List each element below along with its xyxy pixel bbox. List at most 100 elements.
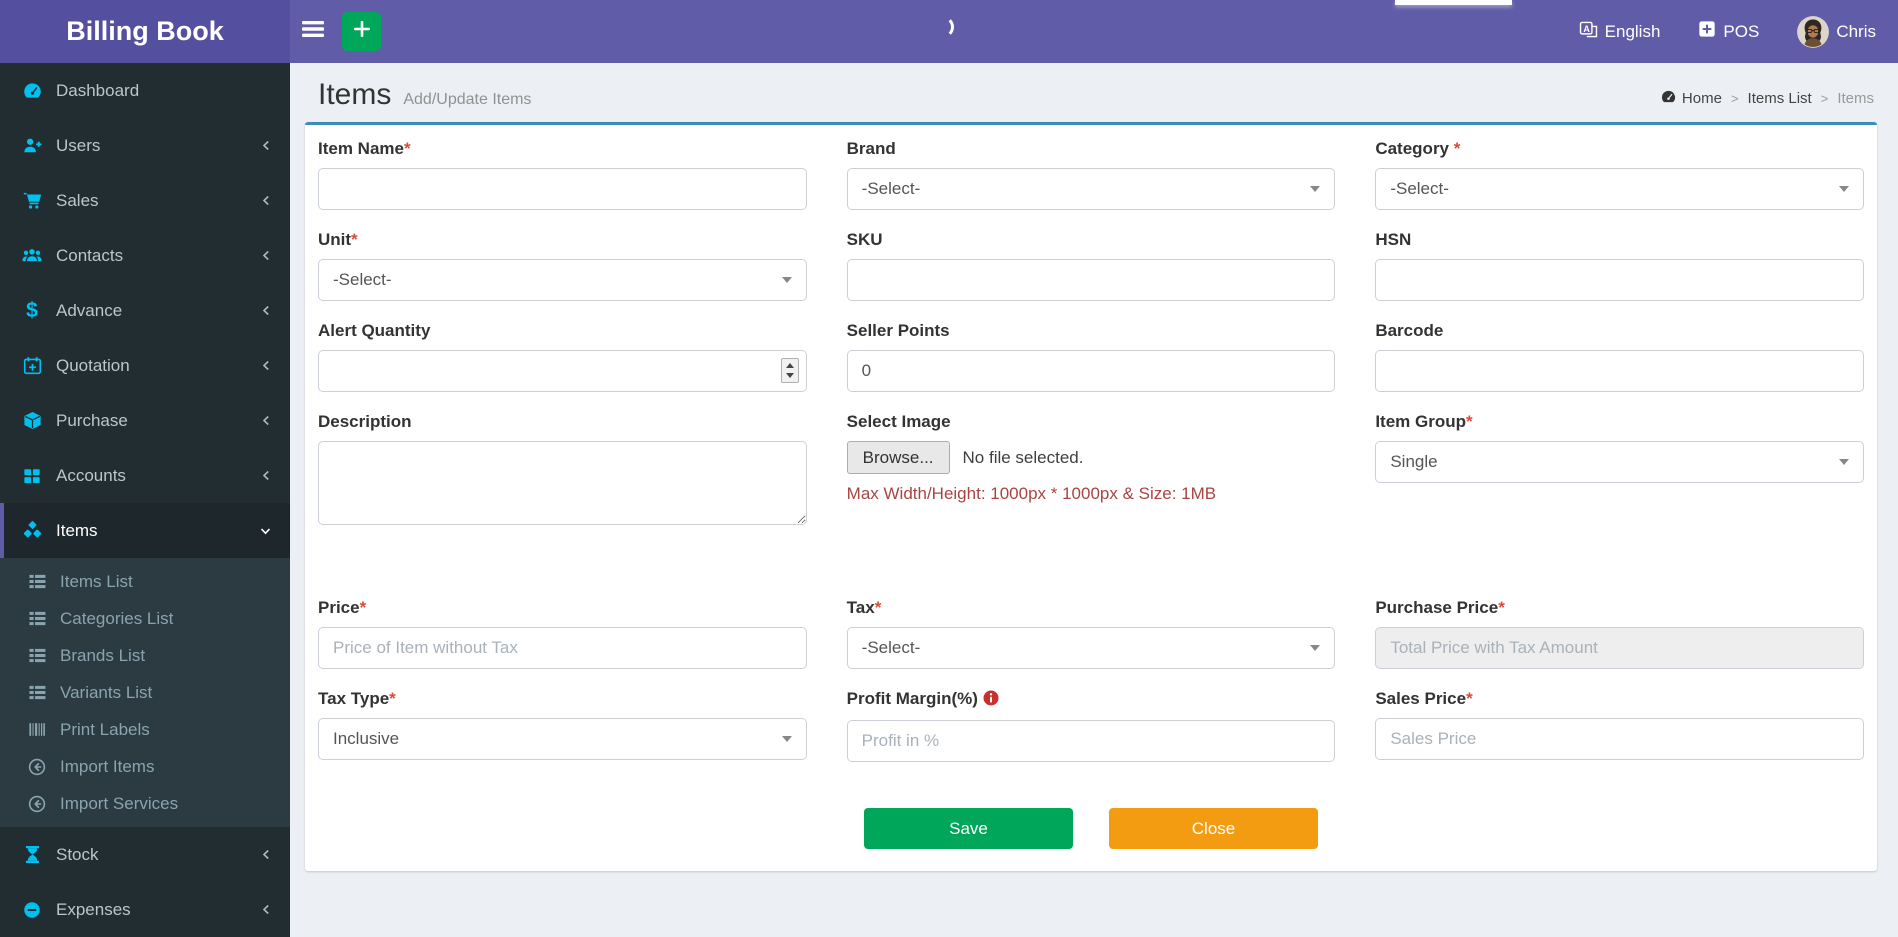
user-plus-icon (18, 136, 46, 155)
sidebar-item-purchase[interactable]: Purchase (0, 393, 290, 448)
breadcrumb: Home > Items List > Items (1661, 89, 1874, 112)
page-subtitle: Add/Update Items (403, 91, 532, 108)
plus-icon (353, 21, 370, 42)
minus-circle-icon (18, 901, 46, 919)
unit-label: Unit* (318, 230, 358, 249)
submenu-item-brands-list[interactable]: Brands List (0, 637, 290, 674)
arrow-circle-left-icon (24, 758, 50, 776)
caret-down-icon (1838, 459, 1849, 465)
loading-spinner (932, 16, 954, 38)
sidebar-item-stock[interactable]: Stock (0, 827, 290, 882)
barcode-icon (24, 721, 50, 738)
tax-type-select[interactable]: Inclusive (318, 718, 807, 760)
number-stepper[interactable] (780, 358, 799, 383)
breadcrumb-separator: > (1730, 91, 1739, 106)
sidebar-item-label: Accounts (56, 465, 126, 485)
save-button[interactable]: Save (864, 808, 1073, 849)
price-label: Price* (318, 598, 367, 617)
submenu-item-variants-list[interactable]: Variants List (0, 674, 290, 711)
submenu-item-import-items[interactable]: Import Items (0, 748, 290, 785)
quick-add-button[interactable] (342, 12, 381, 51)
hourglass-icon (18, 845, 46, 864)
arrow-circle-left-icon (24, 795, 50, 813)
language-icon: A (1579, 20, 1598, 44)
cube-icon (18, 411, 46, 430)
description-textarea[interactable] (318, 441, 807, 525)
submenu-item-print-labels[interactable]: Print Labels (0, 711, 290, 748)
sidebar-item-sales[interactable]: Sales (0, 173, 290, 228)
sku-label: SKU (846, 230, 883, 249)
list-icon (24, 684, 50, 701)
sidebar-item-users[interactable]: Users (0, 118, 290, 173)
sidebar-item-dashboard[interactable]: Dashboard (0, 63, 290, 118)
alert-quantity-input[interactable] (318, 350, 807, 392)
breadcrumb-items-list[interactable]: Items List (1748, 90, 1812, 107)
sidebar-item-label: Contacts (56, 245, 124, 265)
sidebar-item-items[interactable]: Items (0, 503, 290, 558)
chevron-left-icon (260, 304, 272, 317)
tax-select[interactable]: -Select- (846, 627, 1336, 669)
step-up-icon (785, 363, 794, 369)
list-icon (24, 647, 50, 664)
hsn-input[interactable] (1375, 259, 1864, 301)
sidebar-item-advance[interactable]: $ Advance (0, 283, 290, 338)
item-group-label: Item Group* (1375, 412, 1473, 431)
sidebar-item-expenses[interactable]: Expenses (0, 882, 290, 937)
unit-select[interactable]: -Select- (318, 259, 807, 301)
purchase-price-input (1375, 627, 1864, 669)
user-menu[interactable]: Chris (1797, 15, 1876, 48)
sidebar-toggle-button[interactable] (290, 0, 336, 63)
close-button[interactable]: Close (1109, 808, 1318, 849)
sales-price-input[interactable] (1375, 718, 1864, 760)
app-logo[interactable]: Billing Book (0, 0, 290, 63)
top-notification-remnant (1395, 0, 1512, 5)
pos-label: POS (1723, 21, 1760, 41)
submenu-item-import-services[interactable]: Import Services (0, 785, 290, 822)
sidebar-nav: Dashboard Users Sales Contacts $ Advance… (0, 63, 290, 937)
submenu-item-categories-list[interactable]: Categories List (0, 600, 290, 637)
sidebar-item-label: Dashboard (56, 80, 140, 100)
submenu-item-label: Categories List (60, 608, 174, 628)
chevron-left-icon (260, 414, 272, 427)
chevron-left-icon (260, 848, 272, 861)
price-input[interactable] (318, 627, 807, 669)
sidebar-item-label: Sales (56, 190, 99, 210)
hsn-label: HSN (1375, 230, 1412, 249)
pos-menu[interactable]: POS (1698, 20, 1759, 43)
sidebar-item-quotation[interactable]: Quotation (0, 338, 290, 393)
top-navbar: A English POS Chris (290, 0, 1898, 63)
submenu-item-items-list[interactable]: Items List (0, 563, 290, 600)
submenu-item-label: Print Labels (60, 719, 150, 739)
language-menu[interactable]: A English (1579, 20, 1660, 44)
profit-margin-input[interactable] (846, 720, 1336, 762)
caret-down-icon (1838, 186, 1849, 192)
sidebar-item-accounts[interactable]: Accounts (0, 448, 290, 503)
breadcrumb-current: Items (1837, 90, 1874, 107)
item-group-select[interactable]: Single (1375, 441, 1864, 483)
sidebar-item-label: Stock (56, 844, 99, 864)
tax-label: Tax* (846, 598, 882, 617)
sales-price-label: Sales Price* (1375, 689, 1473, 708)
user-name: Chris (1836, 21, 1876, 41)
sidebar-item-label: Advance (56, 300, 123, 320)
list-icon (24, 573, 50, 590)
alert-quantity-label: Alert Quantity (318, 321, 431, 340)
category-select[interactable]: -Select- (1375, 168, 1864, 210)
item-name-input[interactable] (318, 168, 807, 210)
submenu-item-label: Import Services (60, 793, 179, 813)
browse-button[interactable]: Browse... (846, 441, 950, 474)
chevron-left-icon (260, 903, 272, 916)
seller-points-input[interactable] (846, 350, 1336, 392)
cubes-icon (18, 521, 46, 540)
sku-input[interactable] (846, 259, 1336, 301)
chevron-left-icon (260, 139, 272, 152)
brand-select[interactable]: -Select- (846, 168, 1336, 210)
info-icon[interactable] (983, 690, 999, 711)
breadcrumb-home[interactable]: Home (1661, 89, 1722, 108)
submenu-item-label: Import Items (60, 756, 155, 776)
caret-down-icon (1310, 186, 1321, 192)
barcode-input[interactable] (1375, 350, 1864, 392)
sidebar-item-contacts[interactable]: Contacts (0, 228, 290, 283)
sidebar-item-label: Users (56, 135, 101, 155)
select-image-label: Select Image (846, 412, 951, 431)
